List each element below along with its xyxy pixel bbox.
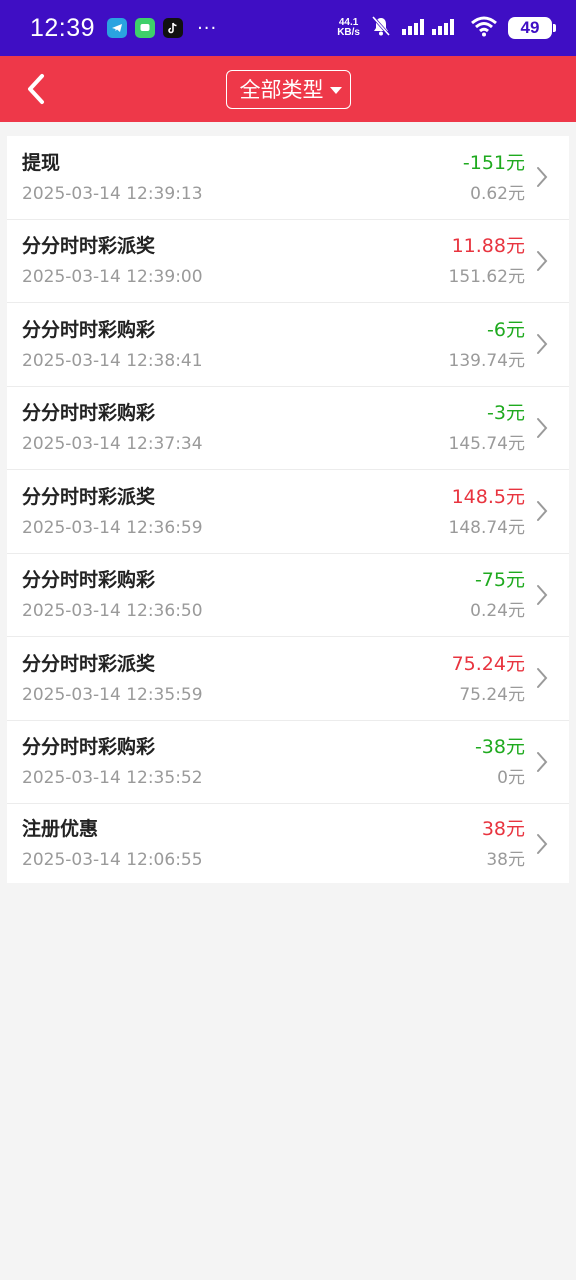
- message-icon: [135, 18, 156, 38]
- record-title: 分分时时彩派奖: [22, 652, 156, 675]
- record-amount: -3元: [487, 402, 525, 425]
- network-speed-unit: KB/s: [337, 27, 360, 38]
- bell-muted-icon: [370, 15, 392, 41]
- record-row[interactable]: 分分时时彩购彩 2025-03-14 12:36:50 -75元 0.24元: [7, 554, 569, 637]
- record-title: 分分时时彩购彩: [22, 569, 156, 592]
- record-time: 2025-03-14 12:35:59: [22, 684, 203, 705]
- record-title: 分分时时彩购彩: [22, 402, 156, 425]
- record-amount: 11.88元: [451, 235, 525, 258]
- header: 全部类型: [0, 56, 576, 122]
- chevron-right-icon: [535, 666, 549, 690]
- type-filter-dropdown[interactable]: 全部类型: [225, 69, 351, 109]
- back-arrow-icon: [28, 74, 44, 104]
- chevron-right-icon: [535, 832, 549, 856]
- tiktok-icon: [163, 18, 184, 38]
- status-right: 44.1 KB/s 49: [337, 15, 556, 41]
- record-time: 2025-03-14 12:35:52: [22, 768, 203, 789]
- chevron-right-icon: [535, 332, 549, 356]
- record-row[interactable]: 提现 2025-03-14 12:39:13 -151元 0.62元: [7, 136, 569, 220]
- record-amount: 148.5元: [451, 485, 525, 508]
- record-row[interactable]: 分分时时彩购彩 2025-03-14 12:37:34 -3元 145.74元: [7, 387, 569, 470]
- chevron-right-icon: [535, 416, 549, 440]
- record-row[interactable]: 分分时时彩派奖 2025-03-14 12:39:00 11.88元 151.6…: [7, 220, 569, 303]
- record-balance: 145.74元: [448, 434, 525, 455]
- record-row[interactable]: 注册优惠 2025-03-14 12:06:55 38元 38元: [7, 804, 569, 883]
- record-row[interactable]: 分分时时彩购彩 2025-03-14 12:35:52 -38元 0元: [7, 721, 569, 804]
- record-balance: 139.74元: [448, 350, 525, 371]
- record-time: 2025-03-14 12:39:13: [22, 183, 203, 204]
- record-title: 注册优惠: [22, 818, 99, 840]
- battery-indicator: 49: [508, 17, 556, 39]
- record-title: 分分时时彩派奖: [22, 485, 156, 508]
- record-balance: 0.24元: [470, 601, 525, 622]
- status-time: 12:39: [30, 13, 96, 42]
- record-amount: 38元: [481, 818, 525, 840]
- telegram-icon: [107, 18, 128, 38]
- status-bar: 12:39 ··· 44.1 KB/s 49: [0, 0, 576, 56]
- network-speed: 44.1 KB/s: [337, 18, 360, 38]
- record-balance: 0元: [497, 768, 525, 789]
- signal-icon: [402, 15, 460, 41]
- wifi-icon: [470, 15, 498, 41]
- chevron-right-icon: [535, 750, 549, 774]
- chevron-right-icon: [535, 249, 549, 273]
- record-amount: -38元: [474, 736, 525, 759]
- notification-icons: ···: [107, 18, 217, 39]
- record-time: 2025-03-14 12:37:34: [22, 434, 203, 455]
- record-title: 提现: [22, 151, 61, 174]
- chevron-right-icon: [535, 583, 549, 607]
- type-filter-label: 全部类型: [239, 78, 324, 102]
- record-balance: 0.62元: [470, 183, 525, 204]
- record-time: 2025-03-14 12:36:50: [22, 601, 203, 622]
- record-balance: 148.74元: [448, 517, 525, 538]
- record-row[interactable]: 分分时时彩购彩 2025-03-14 12:38:41 -6元 139.74元: [7, 303, 569, 387]
- record-amount: -75元: [474, 569, 525, 592]
- caret-down-icon: [329, 87, 342, 94]
- more-notifications-icon: ···: [197, 17, 218, 39]
- record-row[interactable]: 分分时时彩派奖 2025-03-14 12:36:59 148.5元 148.7…: [7, 470, 569, 554]
- record-balance: 75.24元: [459, 684, 525, 705]
- record-amount: 75.24元: [451, 652, 525, 675]
- record-amount: -151元: [462, 151, 525, 174]
- record-title: 分分时时彩购彩: [22, 318, 156, 341]
- record-title: 分分时时彩派奖: [22, 235, 156, 258]
- record-time: 2025-03-14 12:39:00: [22, 267, 203, 288]
- record-balance: 38元: [486, 850, 525, 870]
- record-time: 2025-03-14 12:06:55: [22, 850, 203, 870]
- record-balance: 151.62元: [448, 267, 525, 288]
- record-amount: -6元: [487, 318, 525, 341]
- record-title: 分分时时彩购彩: [22, 736, 156, 759]
- record-row[interactable]: 分分时时彩派奖 2025-03-14 12:35:59 75.24元 75.24…: [7, 637, 569, 721]
- back-button[interactable]: [16, 69, 56, 109]
- record-time: 2025-03-14 12:38:41: [22, 350, 203, 371]
- record-time: 2025-03-14 12:36:59: [22, 517, 203, 538]
- record-list: 提现 2025-03-14 12:39:13 -151元 0.62元 分分时时彩…: [7, 136, 569, 883]
- chevron-right-icon: [535, 165, 549, 189]
- chevron-right-icon: [535, 499, 549, 523]
